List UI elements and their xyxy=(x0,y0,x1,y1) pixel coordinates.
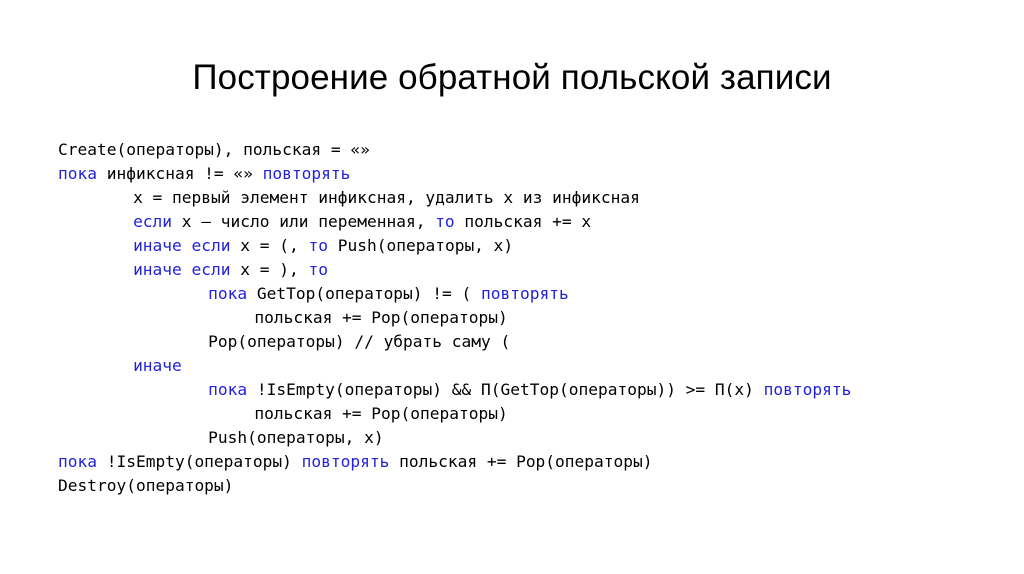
code-line: Destroy(операторы) xyxy=(58,474,851,498)
code-text: польская += x xyxy=(454,212,592,231)
page-title: Построение обратной польской записи xyxy=(192,58,832,98)
code-line: Create(операторы), польская = «» xyxy=(58,138,851,162)
code-line: пока инфиксная != «» повторять xyxy=(58,162,851,186)
code-keyword: то xyxy=(308,260,329,279)
code-text: x = ), xyxy=(230,260,309,279)
code-keyword: повторять xyxy=(301,452,390,471)
code-keyword: пока xyxy=(58,452,97,471)
code-keyword: иначе если xyxy=(133,236,231,255)
code-keyword: повторять xyxy=(763,380,852,399)
code-line: польская += Pop(операторы) xyxy=(58,306,851,330)
code-keyword: иначе если xyxy=(133,260,231,279)
code-line: пока !IsEmpty(операторы) && П(GetTop(опе… xyxy=(58,378,851,402)
code-line: Pop(операторы) // убрать саму ( xyxy=(58,330,851,354)
code-text: польская += Pop(операторы) xyxy=(254,404,508,423)
code-keyword: пока xyxy=(208,284,248,303)
code-keyword: то xyxy=(308,236,329,255)
code-keyword: иначе xyxy=(133,356,182,375)
code-keyword: если xyxy=(133,212,173,231)
code-text: x = (, xyxy=(230,236,309,255)
code-text: инфиксная != «» xyxy=(96,164,263,183)
code-text: Pop(операторы) // убрать саму ( xyxy=(208,332,511,351)
code-line: x = первый элемент инфиксная, удалить x … xyxy=(58,186,851,210)
code-keyword: повторять xyxy=(481,284,569,303)
code-text: Push(операторы, x) xyxy=(328,236,514,255)
code-text: !IsEmpty(операторы) && П(GetTop(оператор… xyxy=(247,380,764,399)
code-text: Push(операторы, x) xyxy=(208,428,384,447)
code-text: x = первый элемент инфиксная, удалить x … xyxy=(133,188,640,207)
code-line: польская += Pop(операторы) xyxy=(58,402,851,426)
code-line: иначе если x = ), то xyxy=(58,258,851,282)
code-text: Create(операторы), польская = «» xyxy=(58,140,370,159)
code-text: GetTop(операторы) != ( xyxy=(247,284,482,303)
code-text: польская += Pop(операторы) xyxy=(389,452,653,471)
code-line: иначе xyxy=(58,354,851,378)
code-keyword: повторять xyxy=(262,164,351,183)
code-text: x – число или переменная, xyxy=(172,212,436,231)
code-line: пока GetTop(операторы) != ( повторять xyxy=(58,282,851,306)
presentation-slide: Построение обратной польской записи Crea… xyxy=(0,0,1024,574)
code-keyword: то xyxy=(435,212,455,231)
code-text: польская += Pop(операторы) xyxy=(254,308,508,327)
code-line: пока !IsEmpty(операторы) повторять польс… xyxy=(58,450,851,474)
code-line: если x – число или переменная, то польск… xyxy=(58,210,851,234)
code-line: иначе если x = (, то Push(операторы, x) xyxy=(58,234,851,258)
code-keyword: пока xyxy=(208,380,248,399)
code-line: Push(операторы, x) xyxy=(58,426,851,450)
code-text: Destroy(операторы) xyxy=(58,476,234,495)
code-keyword: пока xyxy=(58,164,97,183)
pseudocode-block: Create(операторы), польская = «» пока инф… xyxy=(58,138,851,498)
code-text: !IsEmpty(операторы) xyxy=(96,452,302,471)
